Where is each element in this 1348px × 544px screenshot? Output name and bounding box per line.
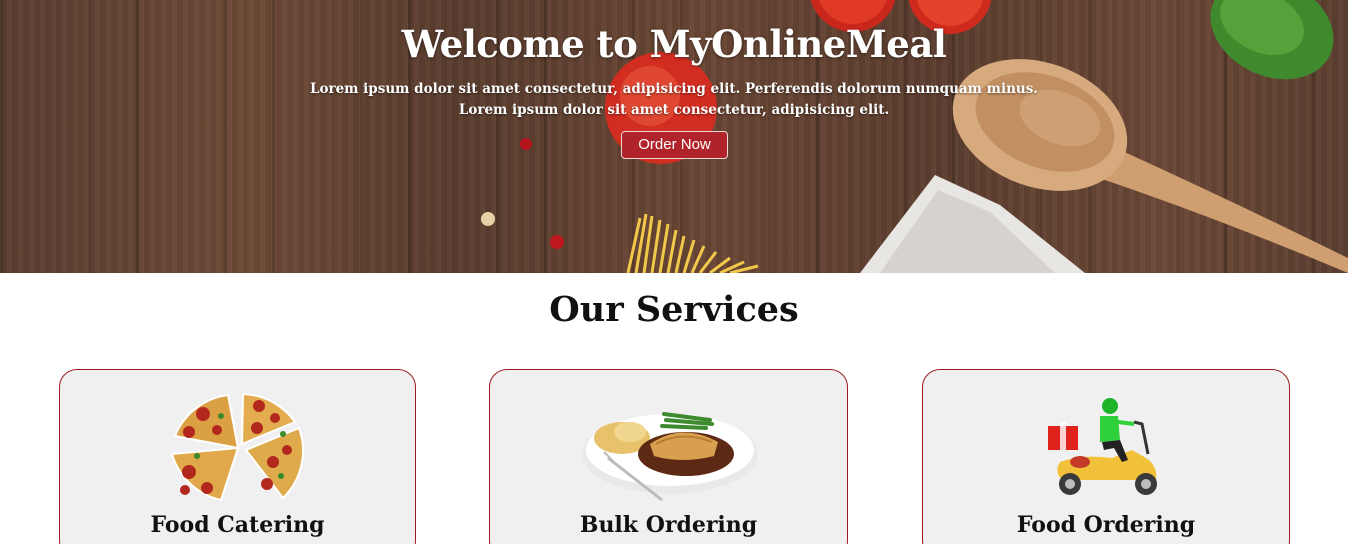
service-card-title: Bulk Ordering	[579, 512, 758, 538]
service-card-title: Food Ordering	[1016, 512, 1196, 538]
service-card-bulk-ordering: Bulk Ordering	[489, 369, 848, 544]
service-card-food-catering: Food Catering	[59, 369, 416, 544]
order-now-button[interactable]: Order Now	[621, 131, 728, 159]
service-card-food-ordering: Food Ordering	[922, 369, 1290, 544]
hero-subtitle-line-1: Lorem ipsum dolor sit amet consectetur, …	[309, 81, 1039, 97]
services-title: Our Services	[549, 289, 799, 330]
hero-subtitle-line-2: Lorem ipsum dolor sit amet consectetur, …	[458, 102, 890, 118]
service-card-title: Food Catering	[150, 512, 325, 538]
hero-title: Welcome to MyOnlineMeal	[401, 22, 947, 66]
hero-banner: Welcome to MyOnlineMeal Lorem ipsum dolo…	[0, 0, 1348, 273]
pizza-icon	[170, 392, 304, 502]
delivery-scooter-icon	[1048, 398, 1157, 495]
meal-plate-icon	[581, 412, 758, 502]
